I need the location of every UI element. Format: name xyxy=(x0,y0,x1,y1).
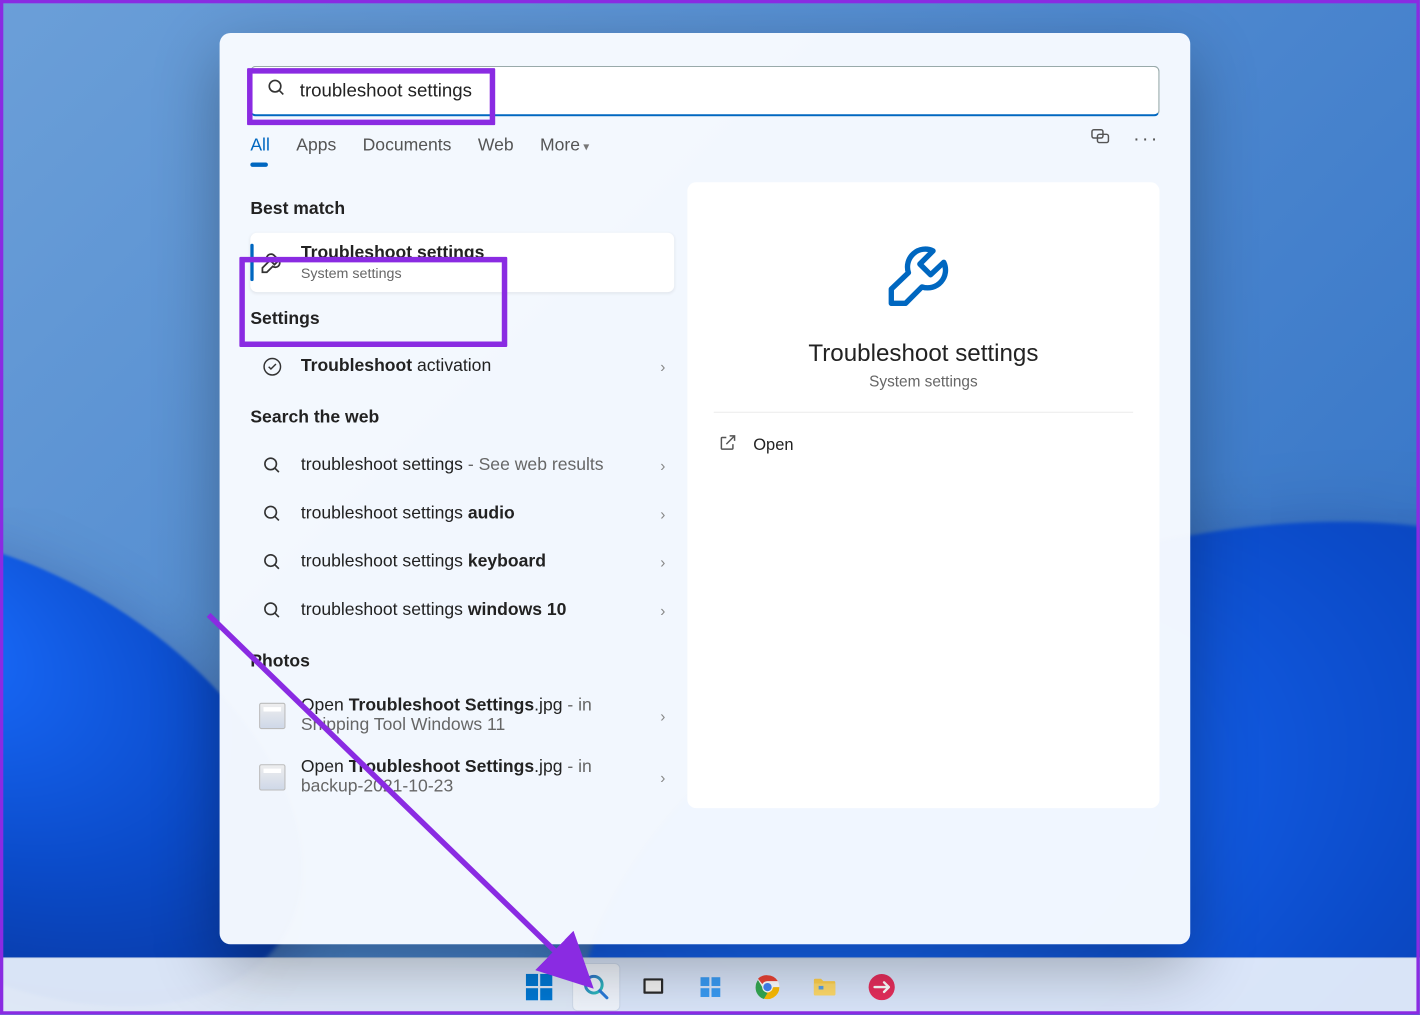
chrome-icon xyxy=(753,972,782,1001)
tabs-row: All Apps Documents Web More▾ ··· xyxy=(220,116,1191,171)
search-icon xyxy=(581,972,610,1001)
chevron-right-icon: › xyxy=(660,358,665,376)
taskbar-widgets[interactable] xyxy=(687,963,733,1009)
section-settings: Settings xyxy=(250,310,674,330)
section-best-match: Best match xyxy=(250,200,674,220)
wrench-large-icon xyxy=(881,228,967,319)
results-column: Best match Troubleshoot settings System … xyxy=(250,182,674,808)
taskbar-app[interactable] xyxy=(858,963,904,1009)
result-title: troubleshoot settings - See web results xyxy=(301,456,604,476)
checkmark-circle-icon xyxy=(259,354,285,380)
result-web-2[interactable]: troubleshoot settings audio › xyxy=(250,490,674,538)
taskbar-explorer[interactable] xyxy=(801,963,847,1009)
result-web-3[interactable]: troubleshoot settings keyboard › xyxy=(250,538,674,586)
taskbar-chrome[interactable] xyxy=(744,963,790,1009)
result-title: troubleshoot settings windows 10 xyxy=(301,601,567,621)
chevron-down-icon: ▾ xyxy=(583,141,589,154)
taskbar xyxy=(0,957,1420,1014)
tab-documents[interactable]: Documents xyxy=(363,136,452,171)
chevron-right-icon: › xyxy=(660,457,665,475)
search-icon xyxy=(259,501,285,527)
search-icon xyxy=(259,597,285,623)
taskbar-search[interactable] xyxy=(573,963,619,1009)
result-subtitle: System settings xyxy=(301,265,485,281)
search-input[interactable] xyxy=(300,80,1143,102)
windows-logo-icon xyxy=(525,973,551,999)
feedback-icon[interactable] xyxy=(1089,125,1111,152)
widgets-icon xyxy=(697,973,723,999)
search-bar[interactable] xyxy=(250,66,1159,117)
result-title: troubleshoot settings keyboard xyxy=(301,552,546,572)
section-search-web: Search the web xyxy=(250,408,674,428)
tab-apps[interactable]: Apps xyxy=(296,136,336,171)
task-view-icon xyxy=(640,973,666,999)
result-web-4[interactable]: troubleshoot settings windows 10 › xyxy=(250,586,674,634)
search-icon xyxy=(259,452,285,478)
detail-subtitle: System settings xyxy=(869,372,978,390)
chevron-right-icon: › xyxy=(660,553,665,571)
result-title: Open Troubleshoot Settings.jpg - in back… xyxy=(301,758,645,798)
folder-icon xyxy=(810,972,839,1001)
ellipsis-icon[interactable]: ··· xyxy=(1133,127,1159,150)
result-title: Troubleshoot settings xyxy=(301,244,485,264)
detail-title: Troubleshoot settings xyxy=(808,339,1038,368)
chevron-right-icon: › xyxy=(660,769,665,787)
tab-more-label: More xyxy=(540,136,580,155)
image-thumb-icon xyxy=(259,764,285,790)
image-thumb-icon xyxy=(259,703,285,729)
chevron-right-icon: › xyxy=(660,602,665,620)
result-title: Open Troubleshoot Settings.jpg - in Snip… xyxy=(301,696,645,736)
search-icon xyxy=(259,549,285,575)
taskbar-start[interactable] xyxy=(516,963,562,1009)
result-title: Troubleshoot activation xyxy=(301,357,491,377)
detail-panel: Troubleshoot settings System settings Op… xyxy=(687,182,1159,808)
wrench-icon xyxy=(259,249,285,275)
result-photo-1[interactable]: Open Troubleshoot Settings.jpg - in Snip… xyxy=(250,685,674,746)
result-settings-activation[interactable]: Troubleshoot activation › xyxy=(250,343,674,391)
tab-all[interactable]: All xyxy=(250,136,270,171)
app-icon xyxy=(867,972,896,1001)
result-photo-2[interactable]: Open Troubleshoot Settings.jpg - in back… xyxy=(250,747,674,808)
open-external-icon xyxy=(718,433,738,458)
open-label: Open xyxy=(753,436,793,455)
result-web-1[interactable]: troubleshoot settings - See web results … xyxy=(250,441,674,489)
tab-web[interactable]: Web xyxy=(478,136,514,171)
search-icon xyxy=(267,78,287,103)
chevron-right-icon: › xyxy=(660,505,665,523)
result-title: troubleshoot settings audio xyxy=(301,504,515,524)
result-best-match[interactable]: Troubleshoot settings System settings xyxy=(250,233,674,292)
open-action[interactable]: Open xyxy=(714,413,1133,478)
chevron-right-icon: › xyxy=(660,707,665,725)
taskbar-task-view[interactable] xyxy=(630,963,676,1009)
section-photos: Photos xyxy=(250,652,674,672)
search-window: All Apps Documents Web More▾ ··· Best ma… xyxy=(220,33,1191,944)
tab-more[interactable]: More▾ xyxy=(540,136,589,171)
